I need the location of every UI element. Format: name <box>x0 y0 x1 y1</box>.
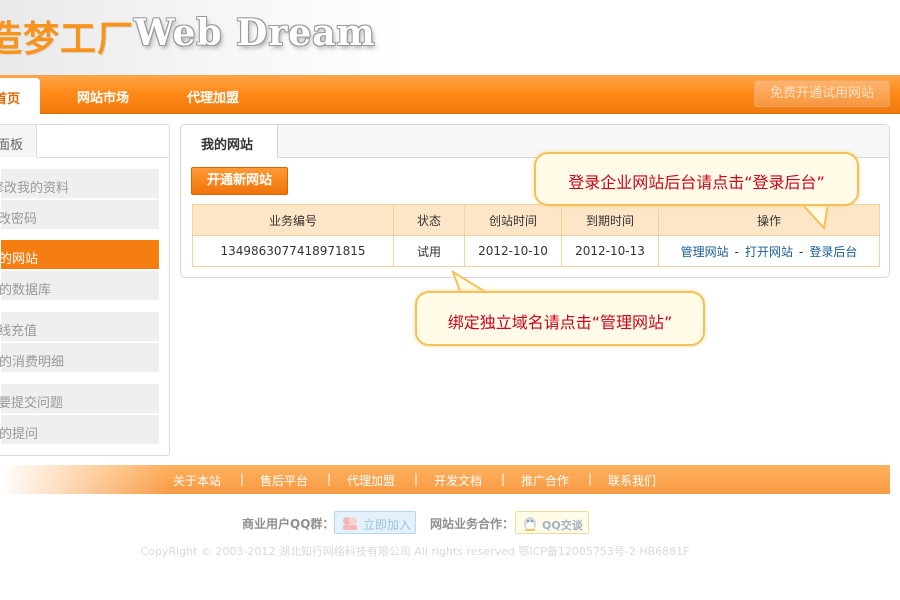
separator: | <box>240 472 245 486</box>
qq-join-button[interactable]: 立即加入 <box>334 511 416 534</box>
sidebar-tab[interactable]: 面板 <box>0 125 37 158</box>
sidebar-item-label: 我的数据库 <box>0 283 52 298</box>
callout-tail <box>800 202 830 231</box>
tip-text: 绑定独立域名请点击“管理网站” <box>447 313 673 332</box>
sidebar-item-label: 我的提问 <box>0 427 39 442</box>
column-header: 创站时间 <box>464 204 562 236</box>
footer-links-bar: 关于本站 | 售后平台 | 代理加盟 | 开发文档 | 推广合作 | 联系我们 <box>0 465 890 494</box>
divider <box>37 157 169 158</box>
sidebar-item-submit-question[interactable]: 我要提交问题 <box>0 384 159 414</box>
column-header: 操作 <box>658 204 880 236</box>
nav-item-agent-join[interactable]: 代理加盟 <box>187 87 239 106</box>
sidebar: 面板 修改我的资料 修改密码 我的网站 我的数据库 在线充值 我的消费明细 我要… <box>0 124 170 456</box>
nav-item-website-market[interactable]: 网站市场 <box>77 87 129 106</box>
site-logo-english: Web Dream <box>134 12 376 54</box>
free-trial-button[interactable]: 免费开通试用网站 <box>754 80 890 107</box>
site-header: 造梦工厂 Web Dream <box>0 0 900 75</box>
sidebar-item-label: 修改密码 <box>0 212 38 227</box>
footer-link-contact[interactable]: 联系我们 <box>608 472 656 489</box>
separator: | <box>414 472 419 486</box>
login-backend-link[interactable]: 登录后台 <box>809 245 857 259</box>
table-header-row: 业务编号 状态 创站时间 到期时间 操作 <box>192 204 880 236</box>
table-row: 1349863077418971815 试用 2012-10-10 2012-1… <box>192 235 880 267</box>
bind-domain-tip: 绑定独立域名请点击“管理网站” <box>415 291 705 346</box>
qq-group-label: 商业用户QQ群： <box>242 517 335 531</box>
sidebar-item-label: 我要提交问题 <box>0 396 64 411</box>
site-logo-chinese: 造梦工厂 <box>0 19 135 60</box>
footer-link-about[interactable]: 关于本站 <box>173 472 221 489</box>
login-backend-tip: 登录企业网站后台请点击“登录后台” <box>534 152 859 206</box>
qq-talk-label: QQ交谈 <box>542 519 583 532</box>
tab-label: 我的网站 <box>201 138 254 153</box>
open-new-website-button[interactable]: 开通新网站 <box>191 167 288 195</box>
footer-link-agent[interactable]: 代理加盟 <box>347 472 395 489</box>
footer-link-dev-docs[interactable]: 开发文档 <box>434 472 482 489</box>
sidebar-item-my-database[interactable]: 我的数据库 <box>0 271 159 301</box>
tip-text: 登录企业网站后台请点击“登录后台” <box>568 173 825 192</box>
sidebar-item-label: 在线充值 <box>0 324 38 339</box>
qq-group-icon <box>343 517 357 530</box>
sidebar-item-my-questions[interactable]: 我的提问 <box>0 415 159 445</box>
sidebar-item-edit-profile[interactable]: 修改我的资料 <box>0 169 159 199</box>
open-website-link[interactable]: 打开网站 <box>745 245 793 259</box>
manage-website-link[interactable]: 管理网站 <box>681 245 729 259</box>
sidebar-item-recharge[interactable]: 在线充值 <box>0 312 159 342</box>
footer-link-promotion[interactable]: 推广合作 <box>521 472 569 489</box>
sidebar-item-label: 我的消费明细 <box>0 355 65 370</box>
column-header: 业务编号 <box>192 204 394 236</box>
sidebar-item-label: 修改我的资料 <box>0 181 70 196</box>
qq-penguin-icon <box>524 517 536 531</box>
status-cell: 试用 <box>393 235 465 267</box>
sidebar-item-consumption-details[interactable]: 我的消费明细 <box>0 343 159 373</box>
qq-join-label: 立即加入 <box>363 518 412 532</box>
column-header: 状态 <box>393 204 465 236</box>
business-id-cell: 1349863077418971815 <box>192 235 394 267</box>
actions-cell: 管理网站 - 打开网站 - 登录后台 <box>658 235 880 267</box>
tab-my-websites[interactable]: 我的网站 <box>181 125 278 158</box>
separator: | <box>501 472 506 486</box>
sidebar-item-change-password[interactable]: 修改密码 <box>0 200 159 230</box>
sidebar-item-label: 我的网站 <box>0 252 39 267</box>
nav-item-home-label: 首页 <box>0 92 21 107</box>
separator: | <box>327 472 332 486</box>
separator: | <box>588 472 593 486</box>
copyright-text: CopyRight © 2003-2012 湖北知行网络科技有限公司 All r… <box>140 545 690 558</box>
sidebar-item-my-websites[interactable]: 我的网站 <box>0 240 159 270</box>
footer-link-after-sales[interactable]: 售后平台 <box>260 472 308 489</box>
column-header: 到期时间 <box>561 204 659 236</box>
websites-table: 业务编号 状态 创站时间 到期时间 操作 1349863077418971815… <box>192 204 880 267</box>
separator: - <box>799 244 804 259</box>
separator: - <box>734 244 739 259</box>
created-date-cell: 2012-10-10 <box>464 235 562 267</box>
qq-talk-button[interactable]: QQ交谈 <box>515 511 589 534</box>
nav-item-home[interactable]: 首页 <box>0 78 40 114</box>
cooperation-label: 网站业务合作： <box>430 517 515 531</box>
sidebar-tab-label: 面板 <box>0 138 24 153</box>
expire-date-cell: 2012-10-13 <box>561 235 659 267</box>
